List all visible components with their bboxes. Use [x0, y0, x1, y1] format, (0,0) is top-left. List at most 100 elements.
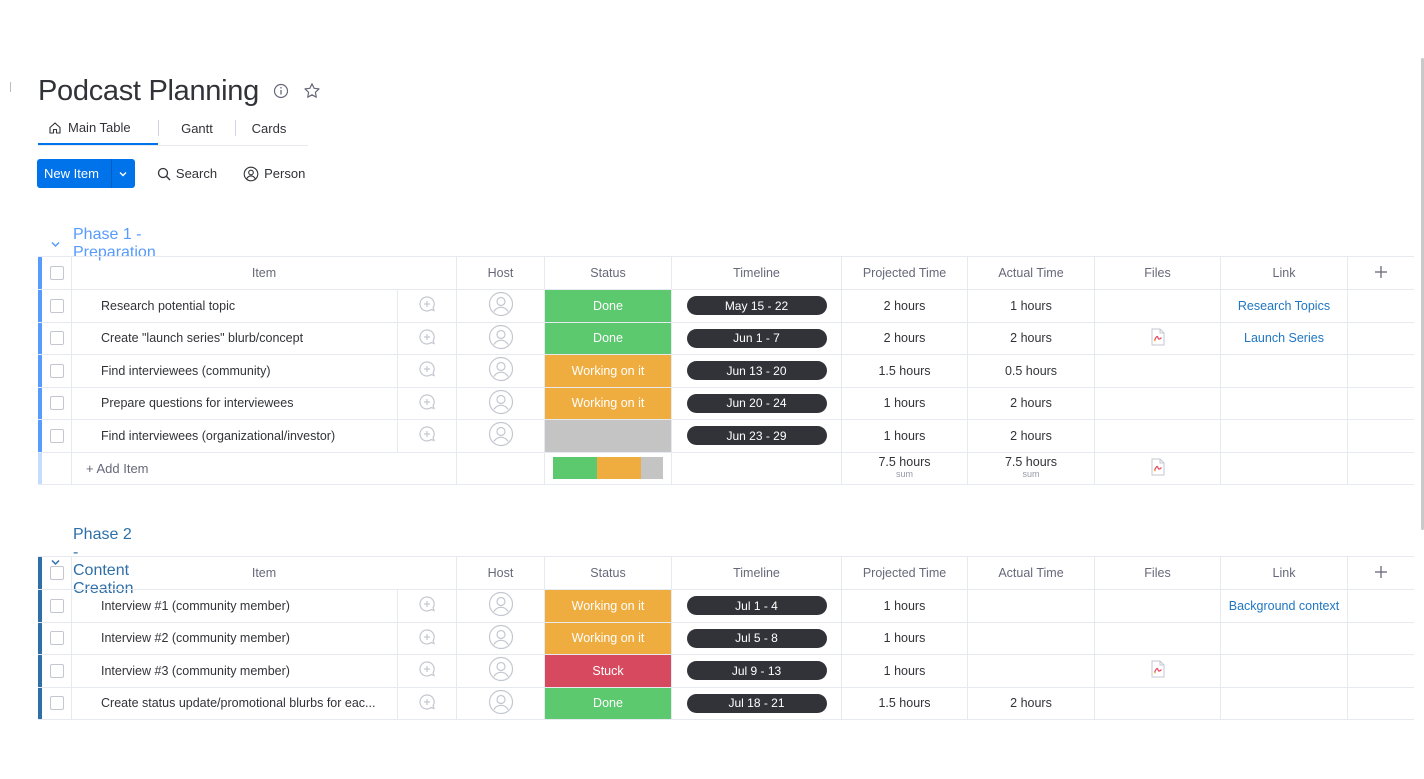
row-checkbox[interactable] [49, 363, 64, 378]
link-cell[interactable] [1221, 420, 1348, 452]
column-header-files[interactable]: Files [1095, 557, 1221, 589]
status-cell[interactable]: Done [545, 290, 672, 322]
row-select-cell[interactable] [42, 420, 72, 452]
status-cell[interactable]: Done [545, 687, 672, 719]
timeline-pill[interactable]: Jul 9 - 13 [686, 661, 827, 681]
column-header-projected-time[interactable]: Projected Time [842, 257, 968, 289]
item-name-cell[interactable]: Create "launch series" blurb/concept [72, 322, 398, 354]
item-name[interactable]: Research potential topic [101, 299, 235, 313]
plus-icon[interactable] [1374, 265, 1388, 282]
item-name[interactable]: Interview #1 (community member) [101, 599, 290, 613]
row-checkbox[interactable] [49, 598, 64, 613]
info-icon[interactable] [273, 83, 289, 99]
status-label[interactable]: Done [545, 290, 671, 322]
projected-time-cell[interactable]: 1 hours [842, 655, 968, 687]
select-all-cell[interactable] [42, 557, 72, 589]
actual-time-cell[interactable] [968, 590, 1095, 622]
column-header-actual-time[interactable]: Actual Time [968, 257, 1095, 289]
files-cell[interactable] [1095, 687, 1221, 719]
add-column-button[interactable] [1348, 557, 1414, 589]
files-cell[interactable] [1095, 387, 1221, 419]
person-filter-button[interactable]: Person [243, 166, 305, 182]
link-cell[interactable]: Launch Series [1221, 322, 1348, 354]
host-cell[interactable] [457, 322, 545, 354]
item-name-cell[interactable]: Find interviewees (community) [72, 355, 398, 387]
plus-icon[interactable] [1374, 565, 1388, 582]
row-checkbox[interactable] [49, 331, 64, 346]
add-update-icon[interactable] [418, 295, 436, 316]
chevron-down-icon[interactable] [50, 239, 61, 250]
files-cell[interactable] [1095, 420, 1221, 452]
column-header-actual-time[interactable]: Actual Time [968, 557, 1095, 589]
file-icon[interactable] [1151, 458, 1165, 479]
avatar-placeholder-icon[interactable] [488, 689, 514, 718]
select-all-checkbox[interactable] [49, 566, 64, 580]
files-cell[interactable] [1095, 355, 1221, 387]
updates-cell[interactable] [398, 420, 457, 452]
avatar-placeholder-icon[interactable] [488, 291, 514, 320]
projected-time-cell[interactable]: 2 hours [842, 290, 968, 322]
host-cell[interactable] [457, 622, 545, 654]
host-cell[interactable] [457, 355, 545, 387]
timeline-cell[interactable]: Jun 20 - 24 [672, 387, 842, 419]
add-update-icon[interactable] [418, 393, 436, 414]
files-cell[interactable] [1095, 655, 1221, 687]
item-name-cell[interactable]: Interview #1 (community member) [72, 590, 398, 622]
new-item-button[interactable]: New Item [37, 159, 135, 188]
file-icon[interactable] [1151, 660, 1165, 681]
timeline-pill[interactable]: May 15 - 22 [686, 296, 827, 316]
timeline-pill[interactable]: Jun 13 - 20 [686, 361, 827, 381]
row-select-cell[interactable] [42, 387, 72, 419]
select-all-checkbox[interactable] [49, 266, 64, 280]
projected-time-cell[interactable]: 1 hours [842, 420, 968, 452]
timeline-cell[interactable]: Jul 1 - 4 [672, 590, 842, 622]
timeline-cell[interactable]: Jun 13 - 20 [672, 355, 842, 387]
link-cell[interactable] [1221, 687, 1348, 719]
board-title[interactable]: Podcast Planning [38, 75, 259, 108]
column-header-host[interactable]: Host [457, 557, 545, 589]
timeline-cell[interactable]: Jun 23 - 29 [672, 420, 842, 452]
actual-time-cell[interactable]: 2 hours [968, 322, 1095, 354]
link-cell[interactable] [1221, 622, 1348, 654]
column-header-item[interactable]: Item [72, 257, 457, 289]
host-cell[interactable] [457, 655, 545, 687]
projected-time-cell[interactable]: 1 hours [842, 387, 968, 419]
actual-time-cell[interactable] [968, 655, 1095, 687]
timeline-cell[interactable]: May 15 - 22 [672, 290, 842, 322]
timeline-pill[interactable]: Jun 20 - 24 [686, 393, 827, 413]
column-header-item[interactable]: Item [72, 557, 457, 589]
item-name[interactable]: Interview #2 (community member) [101, 631, 290, 645]
link-text[interactable]: Research Topics [1238, 299, 1330, 313]
link-cell[interactable] [1221, 387, 1348, 419]
status-label[interactable]: Working on it [545, 590, 671, 622]
item-name-cell[interactable]: Create status update/promotional blurbs … [72, 687, 398, 719]
host-cell[interactable] [457, 420, 545, 452]
status-cell[interactable]: Done [545, 322, 672, 354]
column-header-timeline[interactable]: Timeline [672, 557, 842, 589]
column-header-timeline[interactable]: Timeline [672, 257, 842, 289]
status-cell[interactable]: Working on it [545, 590, 672, 622]
timeline-cell[interactable]: Jul 9 - 13 [672, 655, 842, 687]
avatar-placeholder-icon[interactable] [488, 421, 514, 450]
projected-time-cell[interactable]: 2 hours [842, 322, 968, 354]
add-update-icon[interactable] [418, 660, 436, 681]
row-select-cell[interactable] [42, 655, 72, 687]
status-label[interactable]: Stuck [545, 655, 671, 687]
timeline-pill[interactable]: Jul 5 - 8 [686, 628, 827, 648]
avatar-placeholder-icon[interactable] [488, 656, 514, 685]
timeline-pill[interactable]: Jun 23 - 29 [686, 426, 827, 446]
item-name-cell[interactable]: Interview #2 (community member) [72, 622, 398, 654]
add-update-icon[interactable] [418, 693, 436, 714]
actual-time-cell[interactable]: 1 hours [968, 290, 1095, 322]
host-cell[interactable] [457, 290, 545, 322]
updates-cell[interactable] [398, 290, 457, 322]
chevron-down-icon[interactable] [110, 159, 135, 188]
timeline-pill[interactable]: Jun 1 - 7 [686, 328, 827, 348]
row-checkbox[interactable] [49, 631, 64, 646]
avatar-placeholder-icon[interactable] [488, 624, 514, 653]
add-update-icon[interactable] [418, 360, 436, 381]
column-header-link[interactable]: Link [1221, 557, 1348, 589]
row-select-cell[interactable] [42, 590, 72, 622]
files-cell[interactable] [1095, 590, 1221, 622]
link-cell[interactable] [1221, 655, 1348, 687]
